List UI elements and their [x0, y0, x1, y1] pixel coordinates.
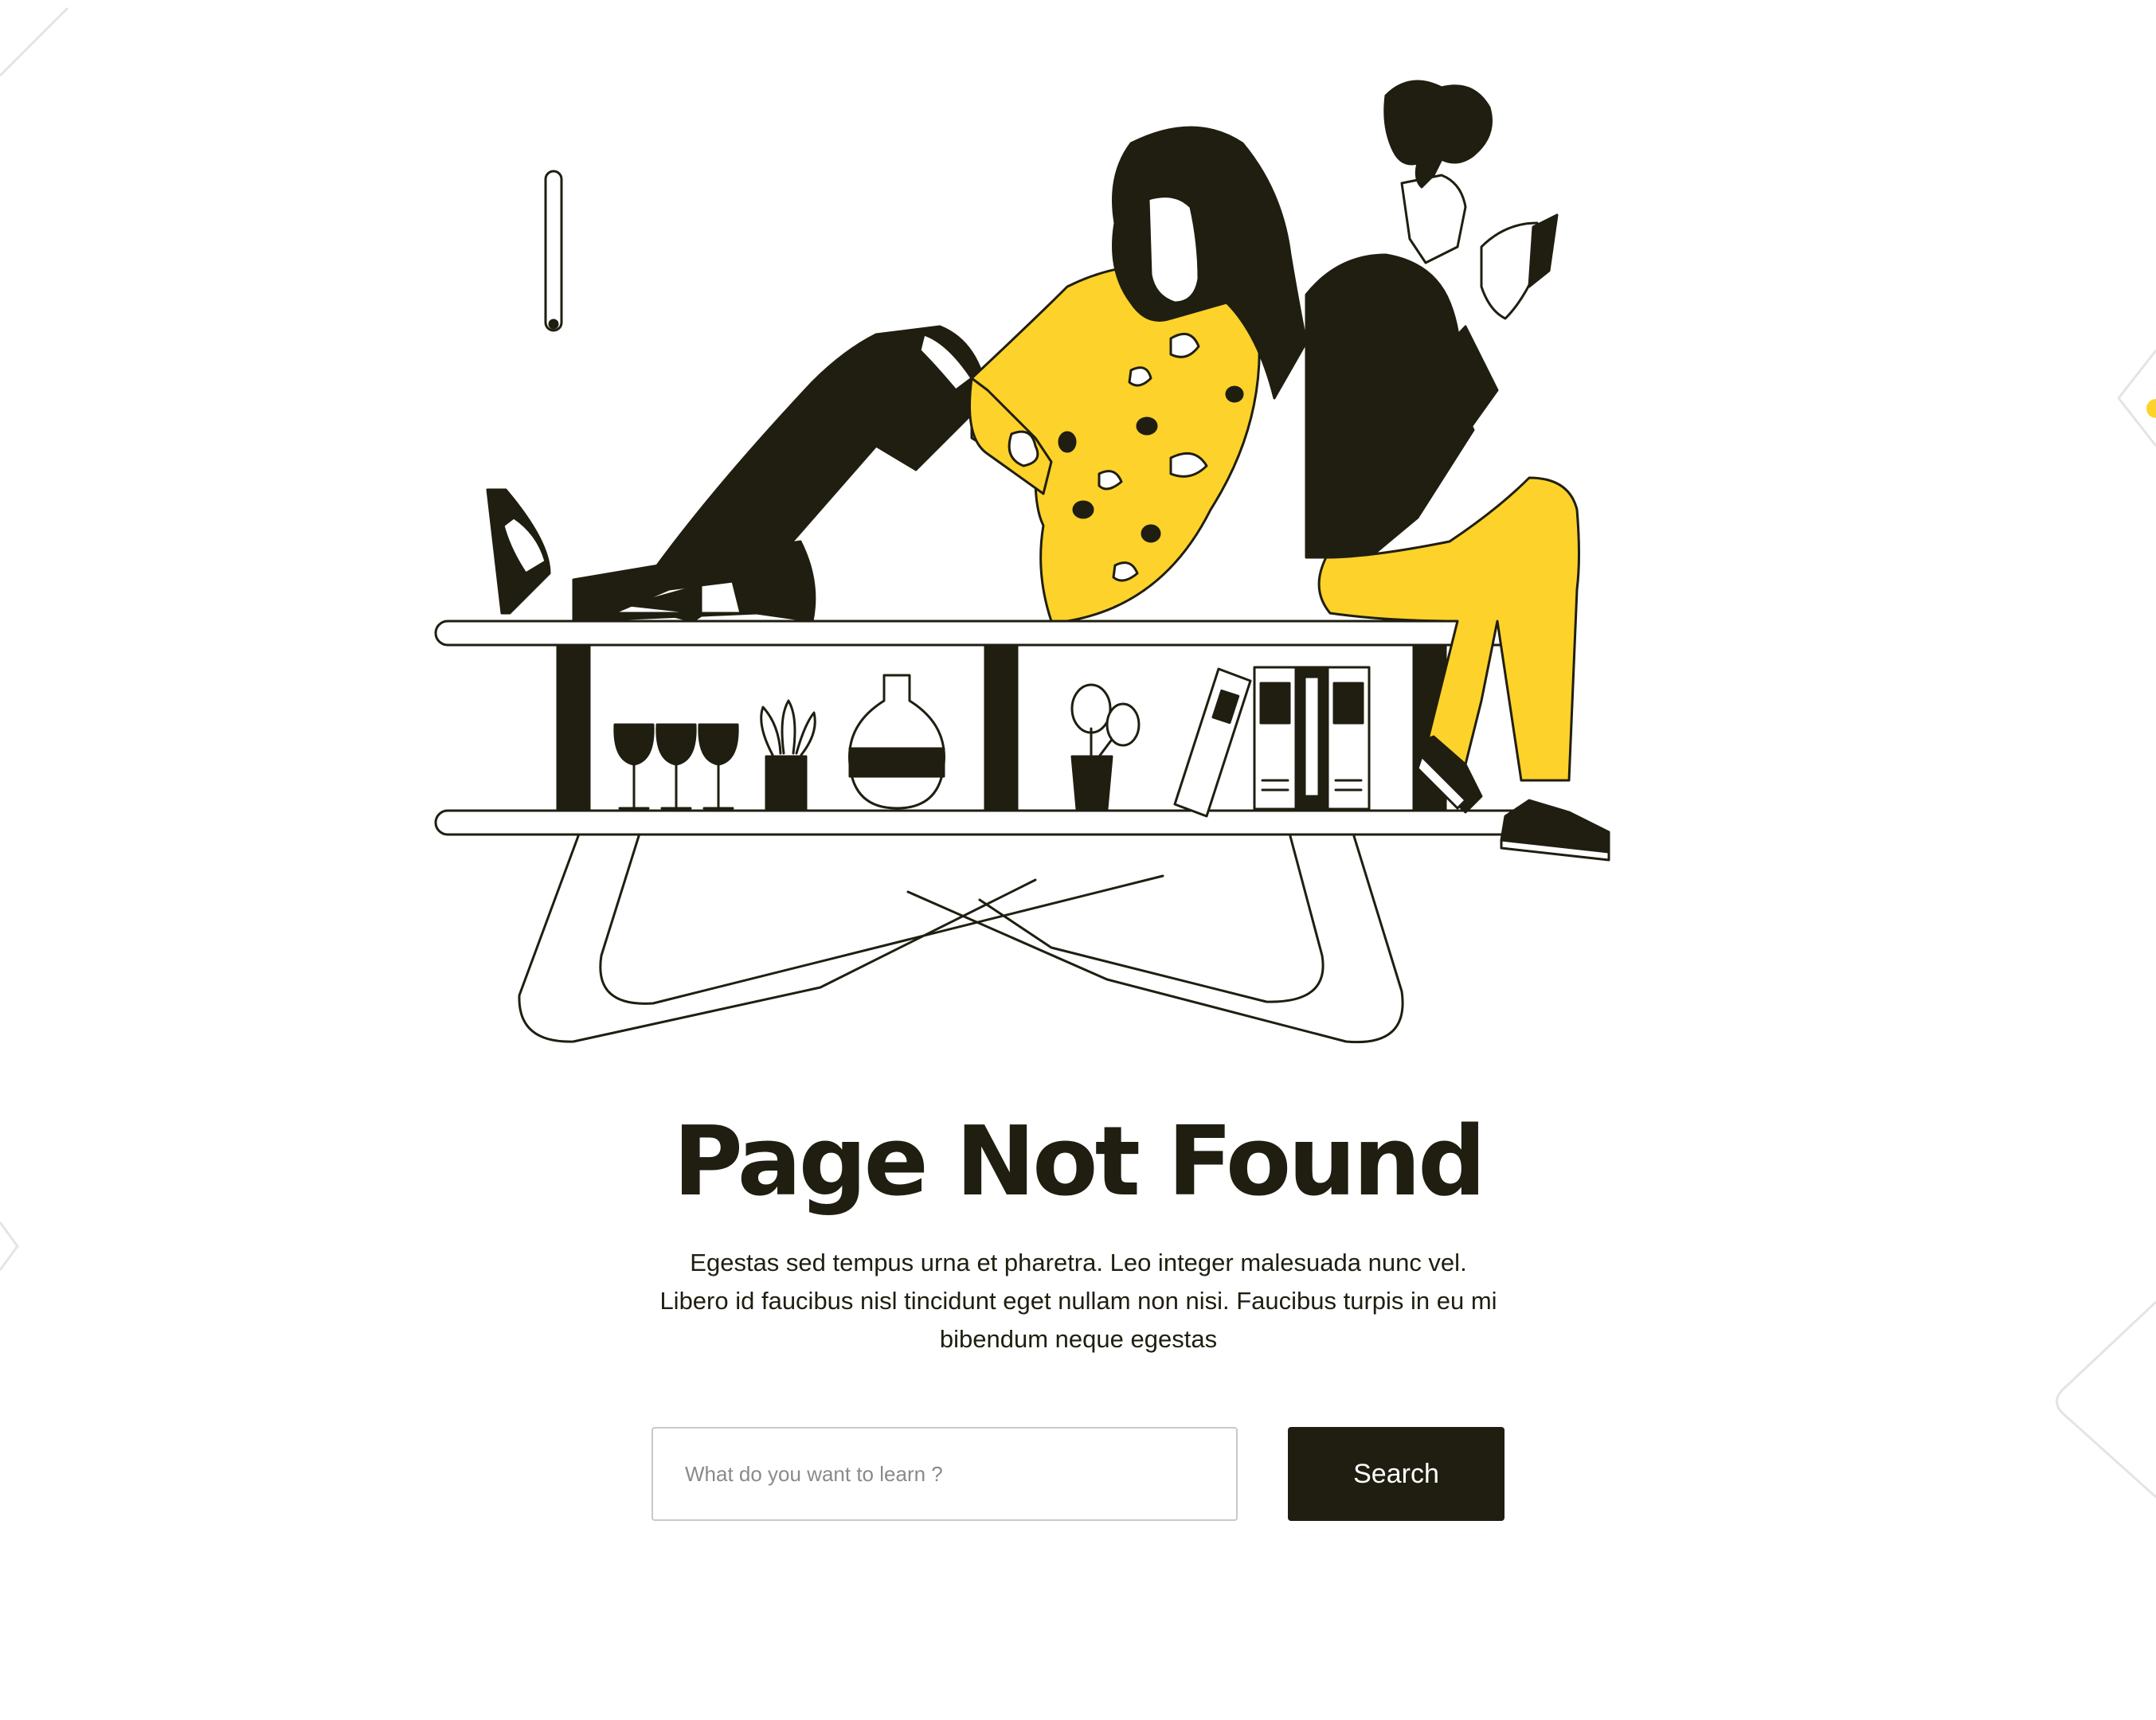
search-button[interactable]: Search: [1288, 1427, 1505, 1521]
search-form: Search: [651, 1427, 1505, 1523]
people-reading-illustration: [434, 80, 1610, 1044]
page-title: Page Not Found: [672, 1107, 1486, 1218]
search-input[interactable]: [651, 1427, 1238, 1521]
page-description: Egestas sed tempus urna et pharetra. Leo…: [659, 1249, 1497, 1353]
